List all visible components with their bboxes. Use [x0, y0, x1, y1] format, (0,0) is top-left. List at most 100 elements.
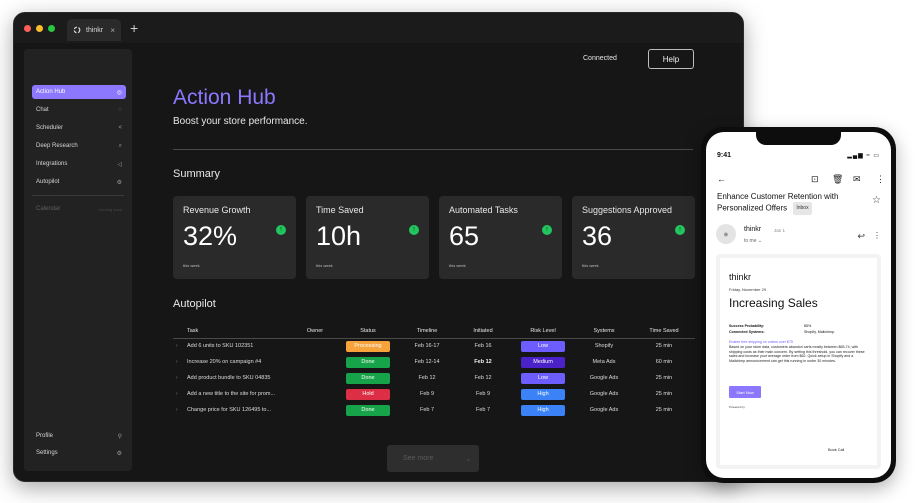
- sidebar: Action Hub ◎ Chat ◌ Scheduler < Deep Res…: [24, 49, 132, 471]
- table-row[interactable]: › Add a new title to the site for prom...…: [173, 386, 695, 402]
- close-window-button[interactable]: [24, 25, 31, 32]
- stat-card-caption: this week: [316, 263, 333, 268]
- table-row[interactable]: › Change price for SKU 126495 to... Done Fe…: [173, 402, 695, 418]
- stat-card-automated-tasks: Automated Tasks 65 this week ↑: [439, 196, 562, 279]
- status-bar-icons: ▂▄▆ ≈ ▭: [847, 153, 880, 159]
- start-now-button[interactable]: Start Now: [729, 386, 761, 398]
- owner-cell: [293, 386, 337, 402]
- suggestion-link[interactable]: Enable free shipping on orders over $75: [729, 340, 793, 344]
- recipient-label: to me: [744, 238, 757, 244]
- systems-cell: Google Ads: [589, 375, 619, 381]
- time-saved-cell: 25 min: [655, 407, 673, 413]
- column-header-owner[interactable]: Owner: [293, 324, 337, 339]
- sidebar-item-autopilot[interactable]: Autopilot ⚙: [32, 175, 126, 189]
- new-tab-button[interactable]: +: [130, 21, 138, 35]
- column-header-timeline[interactable]: Timeline: [399, 324, 455, 339]
- table-row[interactable]: › Add 6 units to SKU 102351 Processing Feb …: [173, 338, 695, 354]
- status-badge[interactable]: Processing: [346, 340, 390, 352]
- more-vertical-icon[interactable]: ⋮: [876, 174, 885, 185]
- timeline-cell: Feb 12-14: [414, 359, 440, 365]
- initiated-cell: Feb 16: [474, 343, 492, 350]
- task-cell[interactable]: › Add 6 units to SKU 102351: [173, 338, 293, 354]
- email-body: thinkr Friday, November 29 Increasing Sa…: [720, 258, 877, 465]
- owner-cell: [293, 402, 337, 418]
- stat-card-caption: this week: [449, 263, 466, 268]
- trash-icon[interactable]: 🗑: [832, 174, 843, 185]
- email-brand: thinkr: [729, 272, 752, 282]
- star-icon[interactable]: ☆: [872, 195, 881, 206]
- chevron-right-icon[interactable]: ›: [176, 343, 178, 349]
- chevron-right-icon[interactable]: ›: [176, 391, 178, 397]
- initiated-cell: Feb 12: [474, 375, 492, 381]
- autopilot-table: Task Owner Status Timeline Initiated Ris…: [173, 324, 695, 418]
- see-more-button[interactable]: See more ⌄: [387, 445, 479, 472]
- chevron-right-icon[interactable]: ›: [176, 407, 178, 413]
- task-cell[interactable]: › Change price for SKU 126495 to...: [173, 402, 293, 418]
- share-icon: <: [118, 125, 122, 131]
- sender-avatar: ●: [716, 224, 736, 244]
- sidebar-item-scheduler[interactable]: Scheduler <: [32, 121, 126, 135]
- email-subject: Enhance Customer Retention with Personal…: [717, 191, 857, 215]
- owner-cell: [293, 370, 337, 386]
- task-cell[interactable]: › Add product bundle to SKU 04835: [173, 370, 293, 386]
- chevron-right-icon[interactable]: ›: [176, 359, 178, 365]
- column-header-time-saved[interactable]: Time Saved: [633, 324, 695, 339]
- table-row[interactable]: › Add product bundle to SKU 04835 Done Feb …: [173, 370, 695, 386]
- book-call-link[interactable]: Book Call: [828, 448, 844, 452]
- back-arrow-icon[interactable]: ←: [717, 174, 726, 184]
- status-bar-time: 9:41: [717, 152, 732, 159]
- task-cell[interactable]: › Add a new title to the site for prom...: [173, 386, 293, 402]
- time-saved-cell: 25 min: [655, 375, 673, 381]
- task-cell[interactable]: › Increase 20% on campaign #4: [173, 354, 293, 370]
- mail-icon[interactable]: ✉: [853, 174, 861, 185]
- help-button[interactable]: Help: [648, 49, 694, 69]
- field-value: Shopify, Mailchimp.: [804, 330, 835, 334]
- column-header-status[interactable]: Status: [337, 324, 399, 339]
- status-badge[interactable]: Done: [346, 404, 390, 416]
- stat-card-value: 65: [449, 221, 480, 251]
- column-header-risk-level[interactable]: Risk Level: [511, 324, 575, 339]
- sidebar-item-integrations[interactable]: Integrations ◁: [32, 157, 126, 171]
- tab-close-icon[interactable]: ×: [110, 26, 115, 35]
- column-header-systems[interactable]: Systems: [575, 324, 633, 339]
- minimize-window-button[interactable]: [36, 25, 43, 32]
- reply-icon[interactable]: ↩: [857, 231, 865, 242]
- stat-card-value: 36: [582, 221, 613, 251]
- more-vertical-icon[interactable]: ⋮: [873, 231, 881, 240]
- chevron-right-icon[interactable]: ›: [176, 375, 178, 381]
- column-header-task[interactable]: Task: [173, 324, 293, 339]
- status-cell: Done: [337, 402, 399, 418]
- sidebar-item-profile[interactable]: Profile ⚲: [32, 429, 126, 443]
- sidebar-item-deep-research[interactable]: Deep Research ⌕: [32, 139, 126, 153]
- target-icon: ◎: [116, 89, 122, 96]
- maximize-window-button[interactable]: [48, 25, 55, 32]
- tab-title: thinkr: [86, 26, 104, 34]
- risk-badge: Medium: [521, 356, 565, 368]
- browser-tab[interactable]: thinkr ×: [67, 19, 121, 41]
- table-row[interactable]: › Increase 20% on campaign #4 Done Feb 12-1…: [173, 354, 695, 370]
- stat-card-caption: this week: [582, 263, 599, 268]
- sidebar-item-calendar: Calendar Coming soon: [32, 202, 126, 216]
- gear-icon: ⚙: [116, 450, 122, 457]
- user-icon: ⚲: [117, 433, 122, 440]
- initiated-cell: Feb 12: [474, 359, 492, 365]
- sidebar-item-label: Deep Research: [36, 143, 78, 149]
- inbox-badge[interactable]: Inbox: [793, 202, 812, 215]
- task-text: Increase 20% on campaign #4: [187, 359, 262, 365]
- stat-card-revenue-growth: Revenue Growth 32% this week ↑: [173, 196, 296, 279]
- recipient-toggle[interactable]: to me ⌄: [744, 238, 762, 244]
- sidebar-item-label: Settings: [36, 450, 58, 456]
- status-badge[interactable]: Hold: [346, 388, 390, 400]
- status-badge[interactable]: Done: [346, 356, 390, 368]
- sidebar-item-settings[interactable]: Settings ⚙: [32, 446, 126, 460]
- time-saved-cell: 25 min: [655, 343, 673, 350]
- column-header-initiated[interactable]: Initiated: [455, 324, 511, 339]
- arrow-up-icon: ↑: [542, 225, 552, 235]
- sidebar-item-chat[interactable]: Chat ◌: [32, 103, 126, 117]
- sidebar-item-action-hub[interactable]: Action Hub ◎: [32, 85, 126, 99]
- status-badge[interactable]: Done: [346, 372, 390, 384]
- stat-card-value: 10h: [316, 221, 362, 251]
- archive-icon[interactable]: ⊡: [811, 174, 819, 185]
- email-date: Jan 1: [774, 228, 786, 233]
- task-text: Add a new title to the site for prom...: [187, 391, 276, 397]
